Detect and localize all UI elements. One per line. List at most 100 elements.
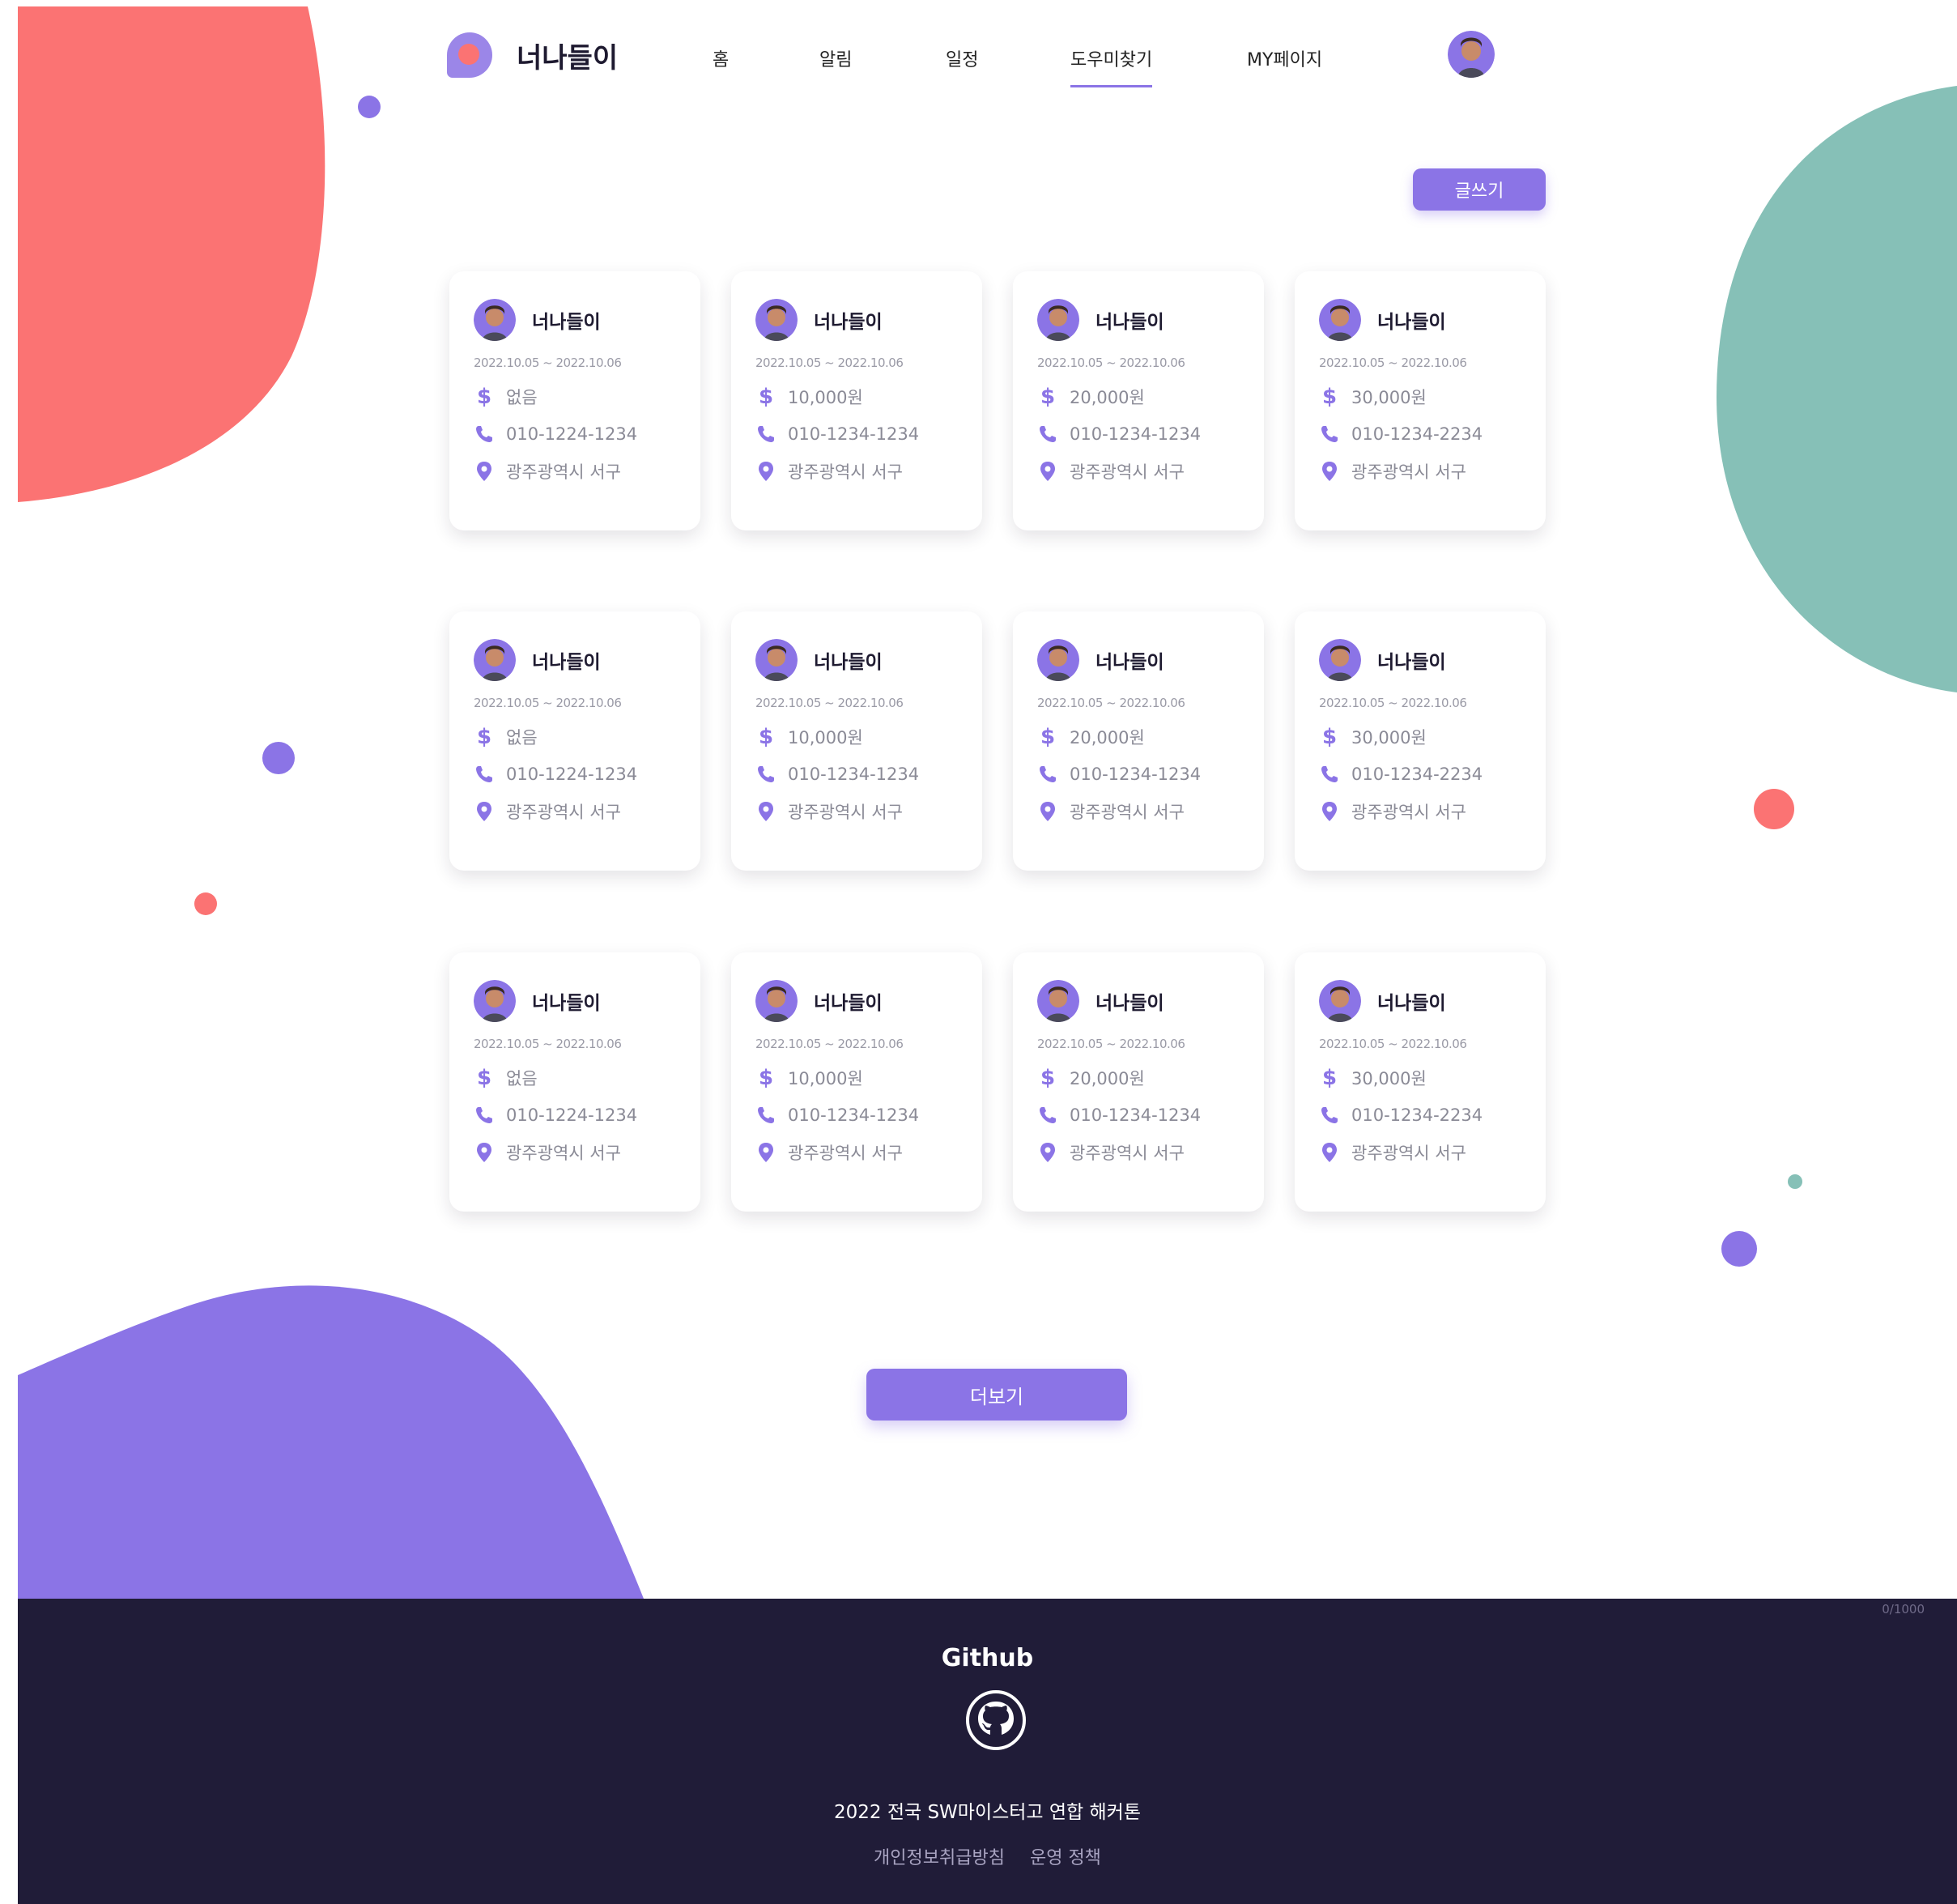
dollar-icon: $: [758, 725, 774, 749]
card-date-range: 2022.10.05 ~ 2022.10.06: [474, 1037, 622, 1051]
helper-card[interactable]: 너나들이 2022.10.05 ~ 2022.10.06 $10,000원 010-1…: [731, 271, 982, 530]
location-pin-icon: [474, 801, 495, 822]
load-more-button[interactable]: 더보기: [866, 1369, 1127, 1421]
card-location-row: 광주광역시 서구: [1037, 459, 1240, 483]
github-icon[interactable]: [965, 1689, 1027, 1751]
card-header: 너나들이: [474, 639, 676, 681]
card-date-range: 2022.10.05 ~ 2022.10.06: [755, 696, 904, 710]
location-pin-icon: [1037, 461, 1058, 482]
avatar-icon: [474, 980, 516, 1022]
helper-card[interactable]: 너나들이 2022.10.05 ~ 2022.10.06 $20,000원 010-1…: [1013, 952, 1264, 1212]
card-pay: 10,000원: [788, 388, 863, 407]
card-pay: 30,000원: [1351, 728, 1427, 748]
card-phone: 010-1234-1234: [1070, 1105, 1202, 1125]
operation-policy-link[interactable]: 운영 정책: [1030, 1848, 1101, 1868]
card-phone: 010-1234-2234: [1351, 1105, 1483, 1125]
avatar-icon: [1037, 639, 1079, 681]
location-pin-icon: [1319, 801, 1340, 822]
phone-icon: [1037, 764, 1058, 785]
footer: 0/1000 Github 2022 전국 SW마이스터고 연합 해커톤 개인정…: [18, 1599, 1957, 1904]
avatar-icon: [474, 299, 516, 341]
dollar-icon: $: [476, 1066, 492, 1090]
card-pay: 20,000원: [1070, 728, 1145, 748]
card-date-range: 2022.10.05 ~ 2022.10.06: [1037, 356, 1185, 370]
card-header: 너나들이: [474, 980, 676, 1022]
brand-logo[interactable]: 너나들이: [447, 32, 618, 78]
card-pay-row: $ 없음: [474, 385, 676, 409]
dollar-icon: $: [1040, 385, 1056, 409]
card-pay-row: $20,000원: [1037, 385, 1240, 409]
card-pay-row: $10,000원: [755, 385, 958, 409]
location-pin-icon: [1319, 1142, 1340, 1163]
card-phone-row: 010-1234-1234: [1037, 1105, 1240, 1126]
card-location-row: 광주광역시 서구: [1319, 1140, 1521, 1165]
card-phone: 010-1234-1234: [788, 1105, 920, 1125]
card-location: 광주광역시 서구: [1351, 1144, 1466, 1163]
helper-card[interactable]: 너나들이 2022.10.05 ~ 2022.10.06 $30,000원 010-1…: [1295, 952, 1546, 1212]
helper-card[interactable]: 너나들이 2022.10.05 ~ 2022.10.06 $10,000원 010-1…: [731, 952, 982, 1212]
nav-mypage[interactable]: MY페이지: [1247, 45, 1322, 71]
nav-find-helper[interactable]: 도우미찾기: [1070, 45, 1153, 87]
card-header: 너나들이: [1037, 980, 1240, 1022]
dollar-icon: $: [1040, 725, 1056, 749]
avatar-icon: [1319, 299, 1361, 341]
phone-icon: [1319, 424, 1340, 445]
avatar-icon: [755, 980, 798, 1022]
nav-schedule[interactable]: 일정: [946, 45, 978, 71]
phone-icon: [755, 424, 776, 445]
teal-blob: [1717, 86, 1957, 692]
card-date-range: 2022.10.05 ~ 2022.10.06: [474, 696, 622, 710]
helper-card[interactable]: 너나들이 2022.10.05 ~ 2022.10.06 $ 없음 010-1224-1…: [449, 271, 700, 530]
card-pay-row: $ 없음: [474, 1066, 676, 1090]
helper-card[interactable]: 너나들이 2022.10.05 ~ 2022.10.06 $20,000원 010-1…: [1013, 611, 1264, 871]
card-header: 너나들이: [755, 980, 958, 1022]
location-pin-icon: [1037, 1142, 1058, 1163]
card-pay-row: $30,000원: [1319, 1066, 1521, 1090]
avatar-icon: [1319, 639, 1361, 681]
write-button[interactable]: 글쓰기: [1413, 168, 1546, 211]
card-user-name: 너나들이: [532, 993, 601, 1014]
card-location-row: 광주광역시 서구: [755, 799, 958, 824]
card-pay: 30,000원: [1351, 1069, 1427, 1088]
logo-icon: [447, 32, 492, 78]
helper-card[interactable]: 너나들이 2022.10.05 ~ 2022.10.06 $30,000원 010-1…: [1295, 611, 1546, 871]
dollar-icon: $: [1321, 385, 1338, 409]
card-user-name: 너나들이: [814, 993, 883, 1014]
teal-dot: [1788, 1174, 1802, 1189]
avatar-icon: [755, 299, 798, 341]
helper-card[interactable]: 너나들이 2022.10.05 ~ 2022.10.06 $ 없음 010-1224-1…: [449, 611, 700, 871]
card-location: 광주광역시 서구: [1070, 1144, 1185, 1163]
card-location: 광주광역시 서구: [506, 803, 621, 822]
privacy-policy-link[interactable]: 개인정보취급방침: [874, 1848, 1005, 1868]
card-pay-row: $20,000원: [1037, 1066, 1240, 1090]
card-pay: 30,000원: [1351, 388, 1427, 407]
card-phone: 010-1234-2234: [1351, 424, 1483, 444]
footer-event-text: 2022 전국 SW마이스터고 연합 해커톤: [833, 1802, 1142, 1823]
helper-card[interactable]: 너나들이 2022.10.05 ~ 2022.10.06 $ 없음 010-1224-1…: [449, 952, 700, 1212]
dollar-icon: $: [476, 725, 492, 749]
card-phone: 010-1234-1234: [788, 424, 920, 444]
card-location-row: 광주광역시 서구: [755, 459, 958, 483]
card-pay-row: $30,000원: [1319, 725, 1521, 749]
card-header: 너나들이: [1319, 639, 1521, 681]
coral-blob: [18, 6, 325, 502]
location-pin-icon: [755, 461, 776, 482]
card-header: 너나들이: [1037, 299, 1240, 341]
card-location: 광주광역시 서구: [506, 462, 621, 482]
card-location-row: 광주광역시 서구: [474, 799, 676, 824]
card-location: 광주광역시 서구: [788, 803, 903, 822]
avatar-icon: [1448, 31, 1495, 78]
card-date-range: 2022.10.05 ~ 2022.10.06: [1319, 1037, 1467, 1051]
user-avatar[interactable]: [1448, 31, 1495, 78]
helper-card[interactable]: 너나들이 2022.10.05 ~ 2022.10.06 $10,000원 010-1…: [731, 611, 982, 871]
location-pin-icon: [1319, 461, 1340, 482]
avatar-icon: [755, 639, 798, 681]
helper-card[interactable]: 너나들이 2022.10.05 ~ 2022.10.06 $20,000원 010-1…: [1013, 271, 1264, 530]
location-pin-icon: [1037, 801, 1058, 822]
card-date-range: 2022.10.05 ~ 2022.10.06: [755, 356, 904, 370]
card-location: 광주광역시 서구: [1351, 803, 1466, 822]
nav-notifications[interactable]: 알림: [819, 45, 852, 71]
card-phone-row: 010-1234-2234: [1319, 764, 1521, 785]
nav-home[interactable]: 홈: [713, 45, 729, 71]
helper-card[interactable]: 너나들이 2022.10.05 ~ 2022.10.06 $30,000원 010-1…: [1295, 271, 1546, 530]
